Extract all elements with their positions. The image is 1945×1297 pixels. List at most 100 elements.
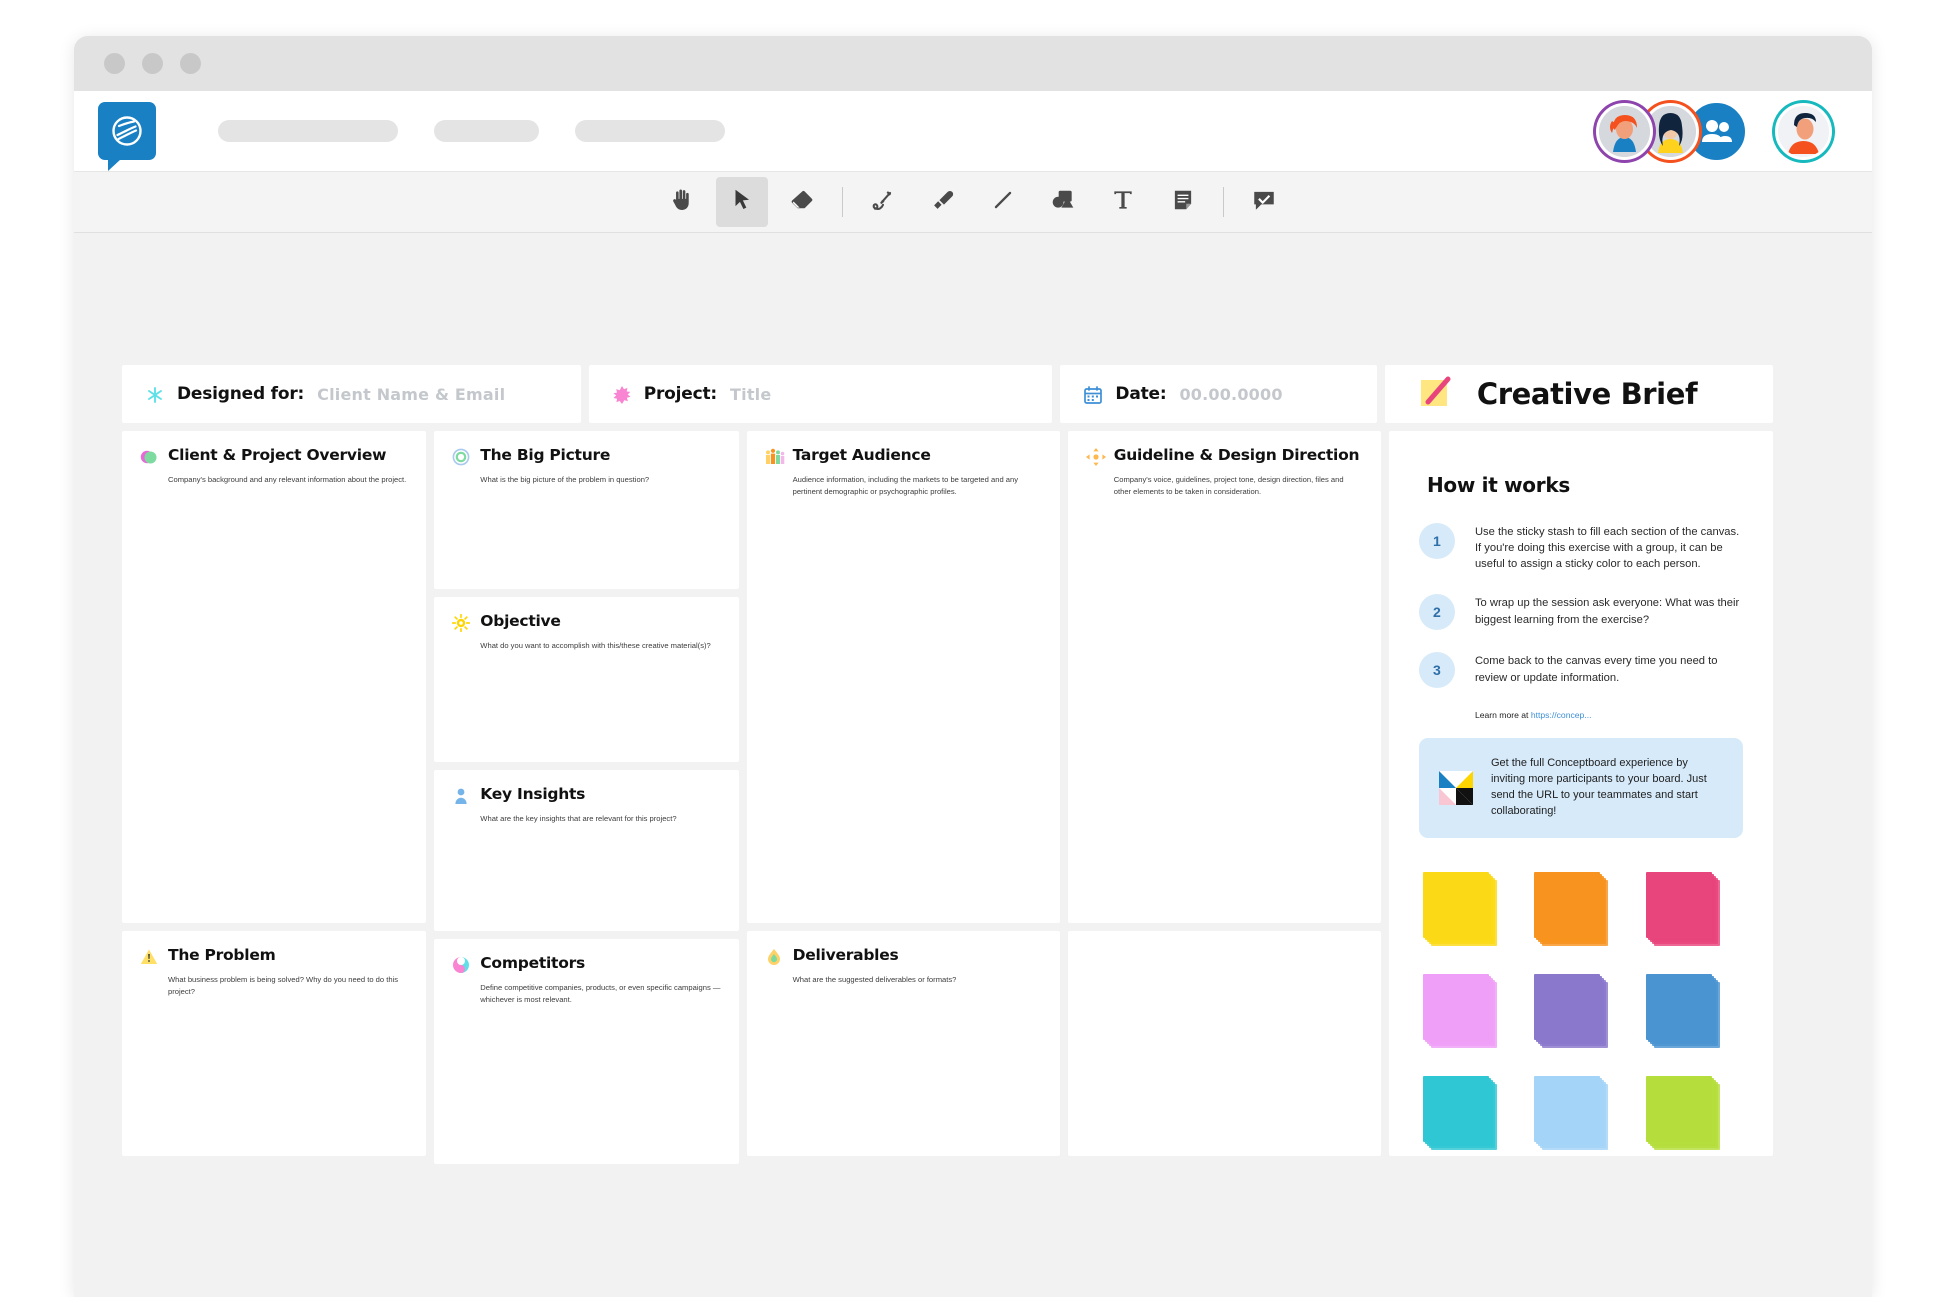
shapes-tool[interactable] xyxy=(1037,177,1089,227)
sticky-stack-magenta[interactable] xyxy=(1422,974,1497,1049)
sticky-stack-lightblue[interactable] xyxy=(1534,1076,1609,1151)
designed-for-label: Designed for: xyxy=(177,384,305,404)
board-column-2: The Big Picture What is the big picture … xyxy=(434,431,739,1164)
card-the-problem[interactable]: The Problem What business problem is bei… xyxy=(122,931,427,1156)
card-client-project-overview[interactable]: Client & Project Overview Company's back… xyxy=(122,431,427,923)
card-competitors[interactable]: Competitors Define competitive companies… xyxy=(434,939,739,1164)
shapes-icon xyxy=(1050,187,1076,218)
sticky-stack-purple[interactable] xyxy=(1534,974,1609,1049)
header-nav-placeholders xyxy=(218,120,725,142)
nav-pill-1[interactable] xyxy=(218,120,398,142)
text-t-icon xyxy=(1110,187,1136,218)
window-minimize-dot[interactable] xyxy=(142,53,163,74)
eraser-tool[interactable] xyxy=(776,177,828,227)
card-title: Key Insights xyxy=(480,785,586,803)
screenshot-root: Designed for: Client Name & Email Projec… xyxy=(0,0,1945,1297)
step-number: 3 xyxy=(1418,652,1455,689)
note-tool[interactable] xyxy=(1157,177,1209,227)
pen-icon xyxy=(870,187,896,218)
step-3: 3 Come back to the canvas every time you… xyxy=(1418,652,1743,689)
text-tool[interactable] xyxy=(1097,177,1149,227)
designed-for-value: Client Name & Email xyxy=(317,384,506,404)
sticky-stack-orange[interactable] xyxy=(1534,872,1609,947)
window-titlebar xyxy=(74,36,1872,91)
select-tool[interactable] xyxy=(716,177,768,227)
step-text: To wrap up the session ask everyone: Wha… xyxy=(1474,597,1740,626)
card-guideline-design-direction[interactable]: Guideline & Design Direction Company's v… xyxy=(1067,431,1381,923)
card-subtitle: What are the suggested deliverables or f… xyxy=(792,975,957,984)
star-burst-icon xyxy=(613,385,631,404)
browser-window: Designed for: Client Name & Email Projec… xyxy=(74,36,1872,1297)
asterisk-icon xyxy=(146,386,164,404)
card-key-insights[interactable]: Key Insights What are the key insights t… xyxy=(434,770,739,931)
card-subtitle: Company's background and any relevant in… xyxy=(168,475,407,484)
sticky-note-icon xyxy=(1170,187,1196,218)
card-title: The Problem xyxy=(168,946,276,964)
eraser-icon xyxy=(789,187,815,218)
date-label: Date: xyxy=(1115,384,1167,404)
hand-tool[interactable] xyxy=(656,177,708,227)
conceptboard-logo-icon[interactable] xyxy=(98,102,156,171)
sticky-stack-green[interactable] xyxy=(1645,1076,1720,1151)
warning-icon xyxy=(140,948,158,966)
avatar-current-user[interactable] xyxy=(1775,102,1832,160)
collaborator-avatars xyxy=(1596,102,1832,160)
sticky-stack-cyan[interactable] xyxy=(1422,1076,1497,1151)
how-it-works-heading: How it works xyxy=(1422,473,1576,499)
date-value: 00.00.0000 xyxy=(1179,384,1283,404)
step-number: 2 xyxy=(1418,594,1455,631)
conceptboard-mark-icon xyxy=(1438,771,1473,806)
comment-tool[interactable] xyxy=(1238,177,1290,227)
card-guideline-extra-space[interactable] xyxy=(1067,931,1381,1156)
card-subtitle: What business problem is being solved? W… xyxy=(168,975,399,996)
pen-tool[interactable] xyxy=(857,177,909,227)
sticky-stack-blue[interactable] xyxy=(1645,974,1720,1049)
sticky-stack-pink[interactable] xyxy=(1645,872,1720,947)
step-text: Come back to the canvas every time you n… xyxy=(1474,655,1718,684)
date-field[interactable]: Date: 00.00.0000 xyxy=(1060,365,1377,423)
project-value: Title xyxy=(730,384,772,404)
card-subtitle: What is the big picture of the problem i… xyxy=(480,475,650,484)
card-target-audience[interactable]: Target Audience Audience information, in… xyxy=(746,431,1060,923)
step-2: 2 To wrap up the session ask everyone: W… xyxy=(1418,594,1743,631)
avatar-user-1[interactable] xyxy=(1596,102,1653,160)
app-header xyxy=(74,91,1872,171)
card-subtitle: Company's voice, guidelines, project ton… xyxy=(1113,475,1344,496)
card-the-big-picture[interactable]: The Big Picture What is the big picture … xyxy=(434,431,739,589)
promo-text: Get the full Conceptboard experience by … xyxy=(1490,757,1707,818)
highlighter-tool[interactable] xyxy=(917,177,969,227)
card-subtitle: Audience information, including the mark… xyxy=(792,475,1019,496)
board-column-3: Target Audience Audience information, in… xyxy=(746,431,1060,1164)
people-bars-icon xyxy=(765,448,784,466)
board-column-1: Client & Project Overview Company's back… xyxy=(122,431,427,1164)
board-main-row: Client & Project Overview Company's back… xyxy=(122,431,1773,1164)
learn-more-link[interactable]: https://concep... xyxy=(1531,710,1592,720)
card-title: Target Audience xyxy=(792,446,931,464)
sticky-stack-yellow[interactable] xyxy=(1422,872,1497,947)
line-tool[interactable] xyxy=(977,177,1029,227)
drop-icon xyxy=(765,948,783,966)
nav-pill-2[interactable] xyxy=(434,120,539,142)
promo-banner: Get the full Conceptboard experience by … xyxy=(1418,738,1743,839)
comment-check-icon xyxy=(1251,187,1277,218)
step-text: Use the sticky stash to fill each sectio… xyxy=(1474,526,1740,571)
designed-for-field[interactable]: Designed for: Client Name & Email xyxy=(122,365,581,423)
card-title: Guideline & Design Direction xyxy=(1113,446,1360,464)
board-canvas[interactable]: Designed for: Client Name & Email Projec… xyxy=(74,233,1872,1297)
project-field[interactable]: Project: Title xyxy=(588,365,1053,423)
yin-yang-icon xyxy=(452,956,470,974)
highlighter-icon xyxy=(930,187,956,218)
window-close-dot[interactable] xyxy=(104,53,125,74)
card-subtitle: What are the key insights that are relev… xyxy=(480,814,677,823)
card-objective[interactable]: Objective What do you want to accomplish… xyxy=(434,597,739,762)
step-1: 1 Use the sticky stash to fill each sect… xyxy=(1418,523,1743,572)
card-subtitle: What do you want to accomplish with this… xyxy=(480,641,711,650)
board-column-4: Guideline & Design Direction Company's v… xyxy=(1067,431,1381,1164)
target-ring-icon xyxy=(452,448,470,466)
circle-duo-icon xyxy=(140,448,158,466)
window-maximize-dot[interactable] xyxy=(180,53,201,74)
card-title: The Big Picture xyxy=(480,446,611,464)
person-icon xyxy=(452,787,470,805)
card-deliverables[interactable]: Deliverables What are the suggested deli… xyxy=(746,931,1060,1156)
nav-pill-3[interactable] xyxy=(575,120,725,142)
